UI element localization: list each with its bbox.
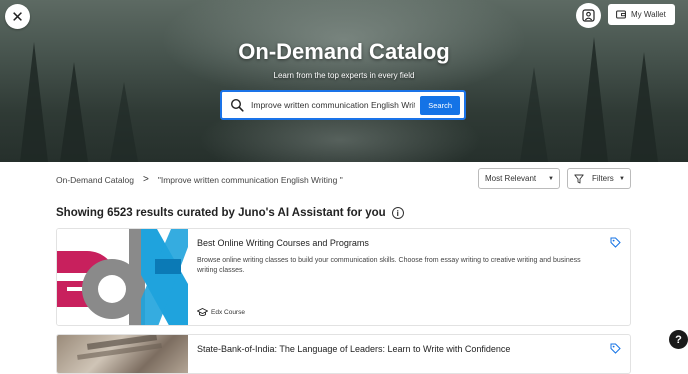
course-provider: Edx Course <box>197 308 245 317</box>
close-button[interactable]: ✕ <box>5 4 30 29</box>
chevron-down-icon: ▼ <box>548 175 554 182</box>
wallet-icon <box>616 10 626 19</box>
info-icon[interactable]: i <box>391 207 404 219</box>
filter-icon <box>574 174 584 183</box>
tag-icon[interactable] <box>610 237 621 248</box>
search-icon <box>230 97 246 113</box>
course-description: Browse online writing classes to build y… <box>197 257 581 274</box>
chevron-down-icon: ▼ <box>619 175 625 182</box>
search-button[interactable]: Search <box>420 95 460 115</box>
breadcrumb-separator: > <box>142 174 149 185</box>
search-bar: Search <box>220 90 466 120</box>
results-heading: Showing 6523 results curated by Juno's A… <box>56 207 404 219</box>
user-profile-icon <box>582 9 595 22</box>
breadcrumb: On-Demand Catalog > "Improve written com… <box>56 174 343 185</box>
graduation-cap-icon <box>197 308 208 316</box>
course-title[interactable]: State-Bank-of-India: The Language of Lea… <box>197 344 510 354</box>
breadcrumb-root-link[interactable]: On-Demand Catalog <box>56 175 134 185</box>
my-wallet-button[interactable]: My Wallet <box>608 4 675 25</box>
breadcrumb-current: "Improve written communication English W… <box>157 174 343 185</box>
search-input[interactable] <box>251 100 415 110</box>
tag-icon[interactable] <box>610 343 621 354</box>
profile-button[interactable] <box>576 3 601 28</box>
help-icon: ? <box>675 333 682 346</box>
results-count-text: Showing 6523 results curated by Juno's A… <box>56 207 386 219</box>
course-provider-label: Edx Course <box>211 309 245 316</box>
course-thumbnail-edx-logo <box>57 229 188 325</box>
sort-dropdown[interactable]: Most Relevant ▼ <box>478 168 560 189</box>
course-thumbnail-photo <box>57 335 188 373</box>
filters-button[interactable]: Filters ▼ <box>567 168 631 189</box>
filters-label: Filters <box>592 174 614 183</box>
page-title: On-Demand Catalog <box>238 39 450 64</box>
my-wallet-label: My Wallet <box>631 10 666 19</box>
help-button[interactable]: ? <box>669 330 688 349</box>
page-subtitle: Learn from the top experts in every fiel… <box>273 71 415 80</box>
close-icon: ✕ <box>11 8 24 26</box>
course-title[interactable]: Best Online Writing Courses and Programs <box>197 238 369 248</box>
course-card[interactable]: Best Online Writing Courses and Programs… <box>56 228 631 326</box>
course-card[interactable]: State-Bank-of-India: The Language of Lea… <box>56 334 631 374</box>
sort-selected-value: Most Relevant <box>485 174 537 183</box>
